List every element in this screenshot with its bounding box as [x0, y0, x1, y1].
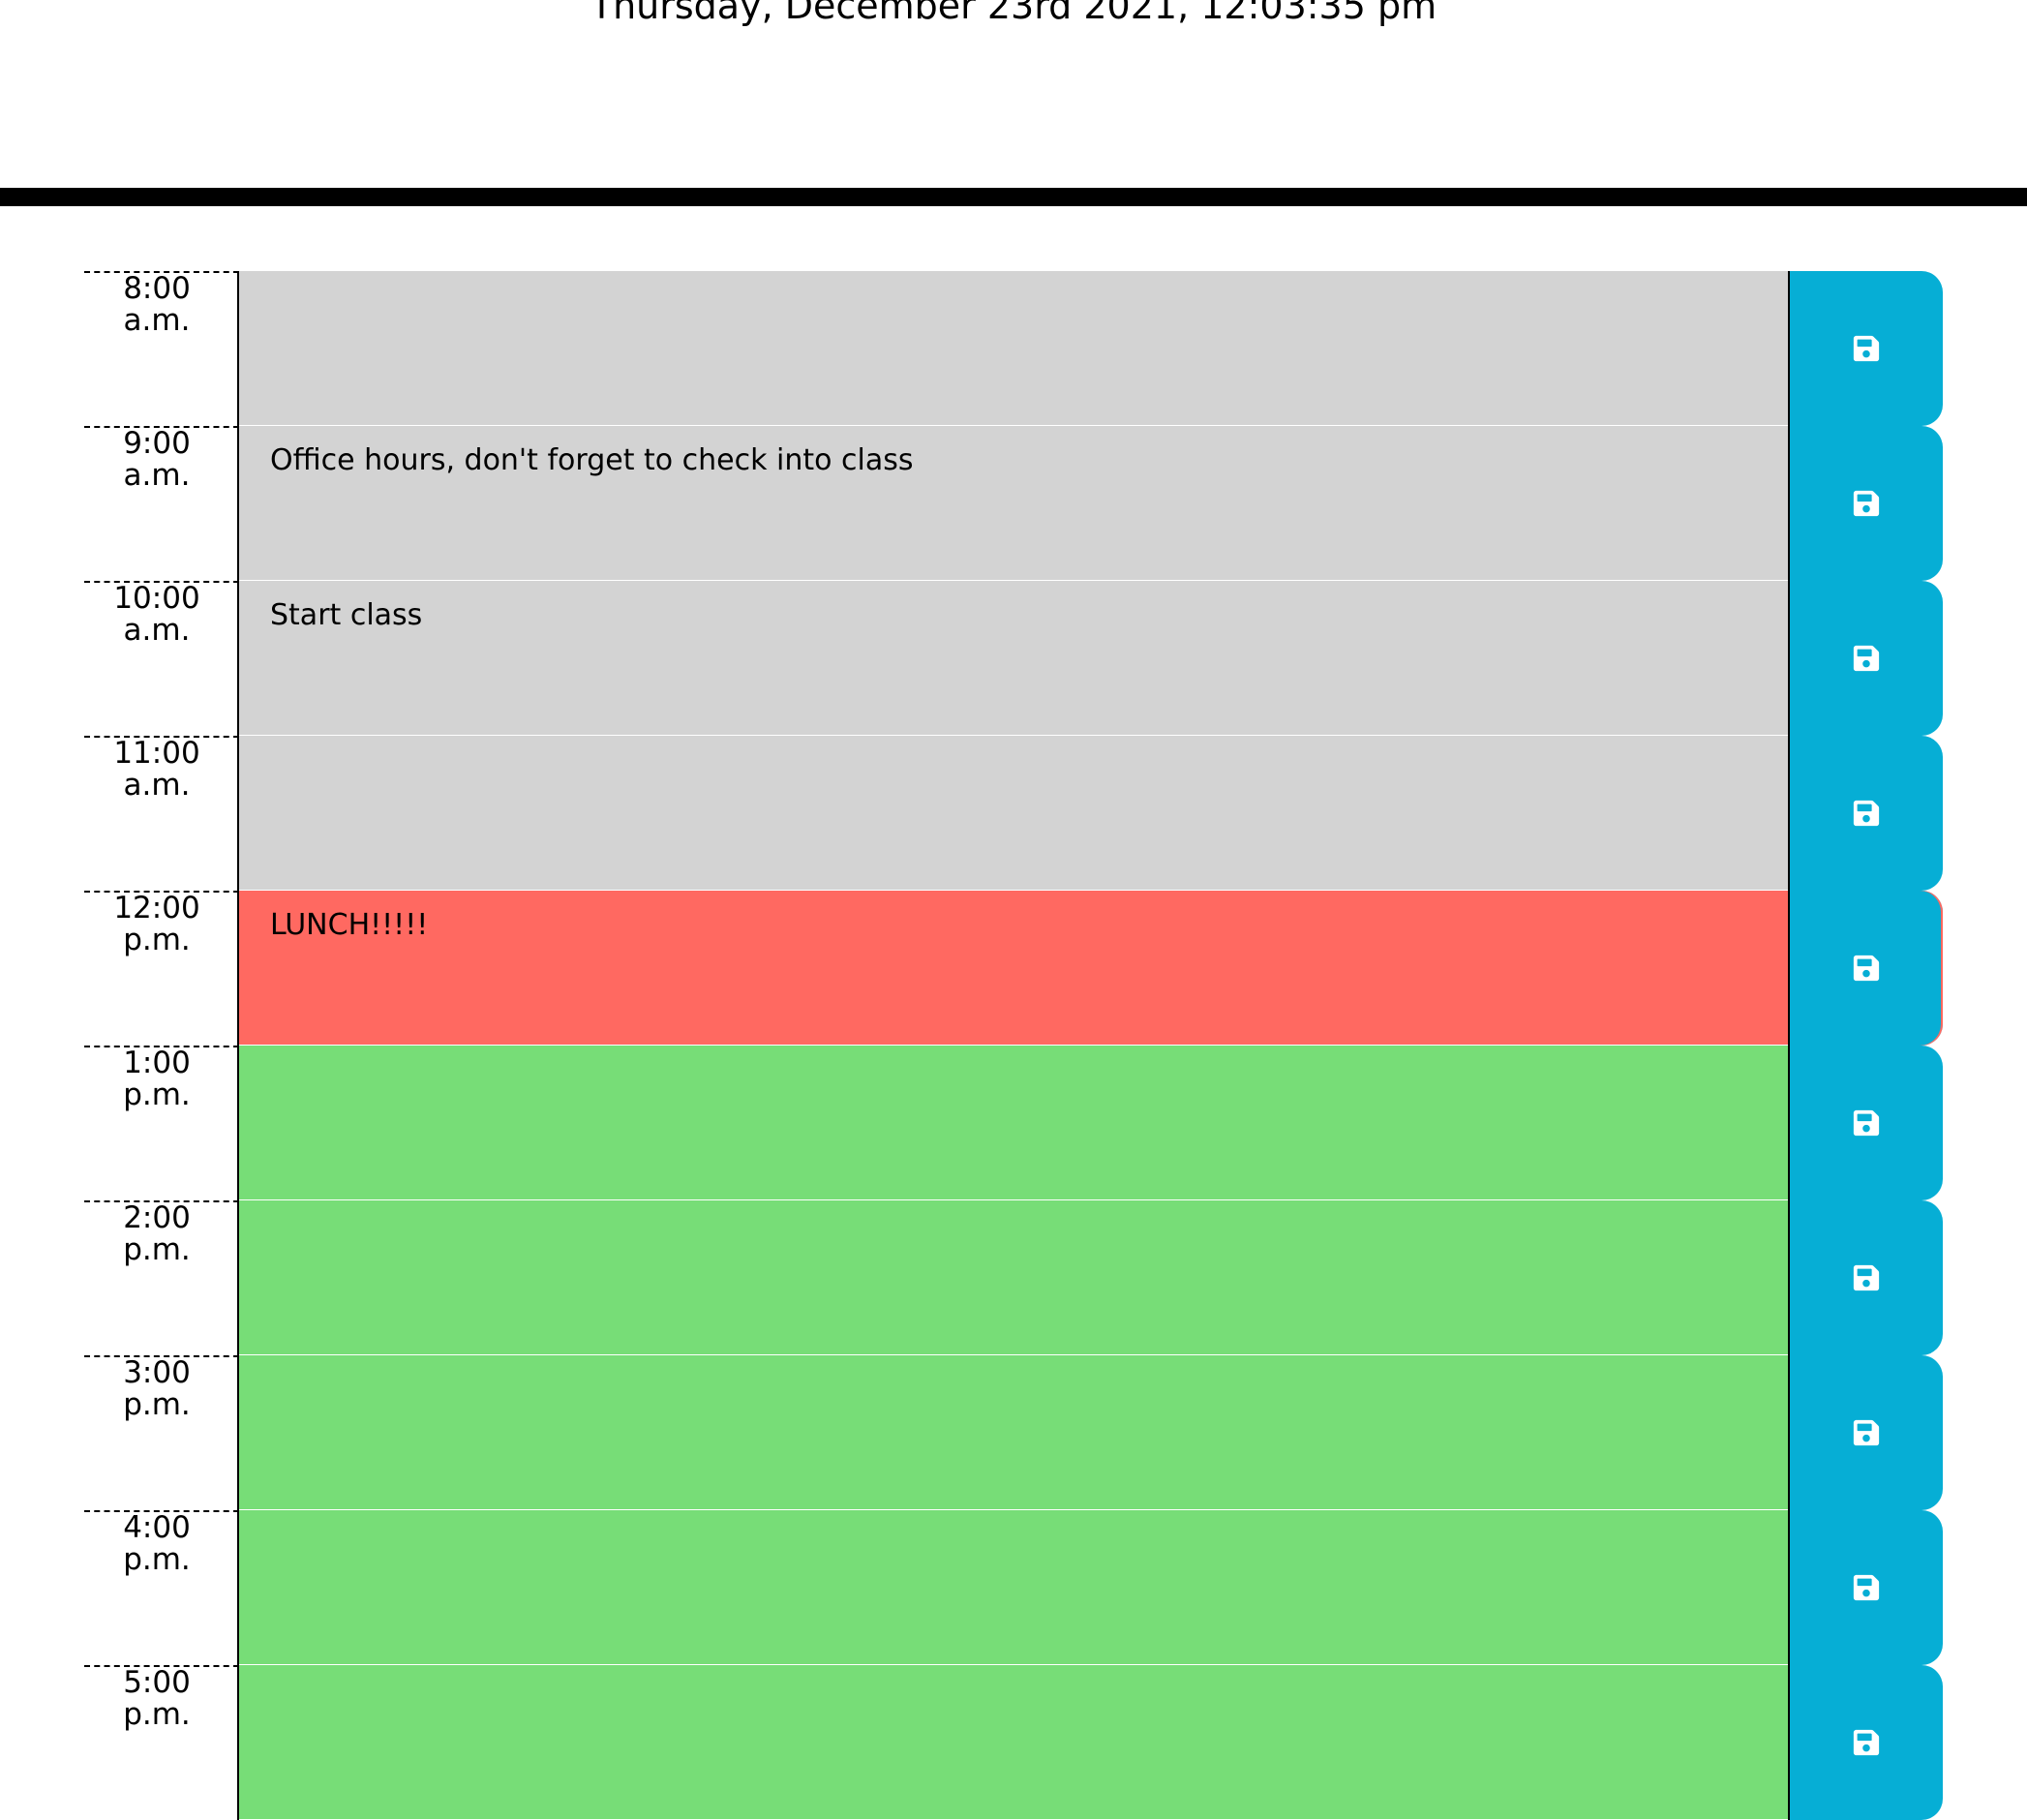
hour-period: a.m. [123, 458, 191, 493]
hour-label: 1:00 p.m. [84, 1046, 239, 1200]
hour-time: 10:00 [113, 581, 200, 616]
hour-label: 4:00 p.m. [84, 1510, 239, 1665]
floppy-disk-icon [1852, 1573, 1881, 1602]
save-button[interactable] [1788, 1665, 1943, 1820]
hour-time: 1:00 [123, 1046, 191, 1080]
schedule-container: 8:00 a.m. 9:00 a.m. Office hours, don't … [0, 271, 2027, 1820]
hour-label: 5:00 p.m. [84, 1665, 239, 1820]
hour-period: p.m. [123, 1232, 191, 1267]
save-button[interactable] [1788, 891, 1943, 1046]
hour-label: 2:00 p.m. [84, 1200, 239, 1355]
description-input[interactable] [239, 1046, 1788, 1200]
floppy-disk-icon [1852, 1108, 1881, 1138]
hour-period: p.m. [123, 1542, 191, 1577]
current-day: Thursday, December 23rd 2021, 12:03:35 p… [590, 0, 1437, 27]
time-block: 11:00 a.m. [0, 736, 2027, 891]
description-input[interactable] [239, 1355, 1788, 1510]
save-button[interactable] [1788, 426, 1943, 581]
hour-time: 11:00 [113, 736, 200, 771]
page-header: Thursday, December 23rd 2021, 12:03:35 p… [0, 0, 2027, 206]
hour-label: 8:00 a.m. [84, 271, 239, 426]
time-block: 9:00 a.m. Office hours, don't forget to … [0, 426, 2027, 581]
hour-label: 10:00 a.m. [84, 581, 239, 736]
hour-time: 3:00 [123, 1355, 191, 1390]
time-block: 4:00 p.m. [0, 1510, 2027, 1665]
save-button[interactable] [1788, 581, 1943, 736]
floppy-disk-icon [1852, 954, 1881, 983]
time-block: 10:00 a.m. Start class [0, 581, 2027, 736]
floppy-disk-icon [1852, 1418, 1881, 1447]
hour-period: p.m. [123, 1697, 191, 1732]
floppy-disk-icon [1852, 799, 1881, 828]
floppy-disk-icon [1852, 489, 1881, 518]
hour-label: 12:00 p.m. [84, 891, 239, 1046]
description-input[interactable] [239, 1200, 1788, 1355]
floppy-disk-icon [1852, 1263, 1881, 1292]
save-button[interactable] [1788, 271, 1943, 426]
description-input[interactable]: Office hours, don't forget to check into… [239, 426, 1788, 581]
floppy-disk-icon [1852, 1728, 1881, 1757]
save-button[interactable] [1788, 736, 1943, 891]
hour-label: 11:00 a.m. [84, 736, 239, 891]
hour-period: p.m. [123, 1077, 191, 1112]
description-input[interactable] [239, 736, 1788, 891]
time-block: 12:00 p.m. LUNCH!!!!! [0, 891, 2027, 1046]
time-block: 3:00 p.m. [0, 1355, 2027, 1510]
description-input[interactable]: Start class [239, 581, 1788, 736]
hour-label: 3:00 p.m. [84, 1355, 239, 1510]
description-input[interactable]: LUNCH!!!!! [239, 891, 1788, 1046]
hour-time: 4:00 [123, 1510, 191, 1545]
hour-period: p.m. [123, 923, 191, 957]
hour-label: 9:00 a.m. [84, 426, 239, 581]
save-button[interactable] [1788, 1200, 1943, 1355]
hour-period: a.m. [123, 303, 191, 338]
hour-time: 8:00 [123, 271, 191, 306]
save-button[interactable] [1788, 1355, 1943, 1510]
time-block: 2:00 p.m. [0, 1200, 2027, 1355]
header-divider [0, 188, 2027, 206]
description-input[interactable] [239, 1665, 1788, 1820]
hour-period: p.m. [123, 1387, 191, 1422]
description-input[interactable] [239, 271, 1788, 426]
hour-period: a.m. [123, 613, 191, 648]
floppy-disk-icon [1852, 644, 1881, 673]
floppy-disk-icon [1852, 334, 1881, 363]
hour-time: 2:00 [123, 1200, 191, 1235]
save-button[interactable] [1788, 1046, 1943, 1200]
time-block: 1:00 p.m. [0, 1046, 2027, 1200]
hour-time: 9:00 [123, 426, 191, 461]
hour-time: 5:00 [123, 1665, 191, 1700]
save-button[interactable] [1788, 1510, 1943, 1665]
time-block: 8:00 a.m. [0, 271, 2027, 426]
time-block: 5:00 p.m. [0, 1665, 2027, 1820]
hour-time: 12:00 [113, 891, 200, 925]
description-input[interactable] [239, 1510, 1788, 1665]
hour-period: a.m. [123, 768, 191, 803]
